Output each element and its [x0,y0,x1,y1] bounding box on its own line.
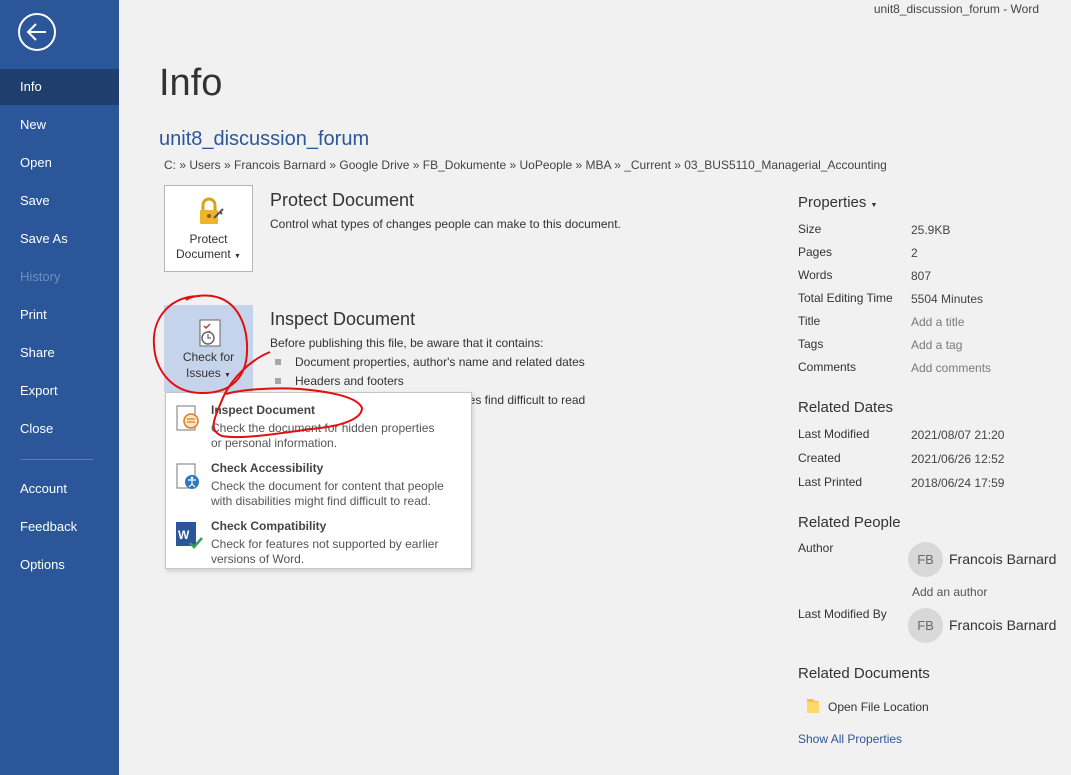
date-value: 2018/06/24 17:59 [911,476,1005,490]
nav-print[interactable]: Print [0,297,119,333]
prop-value: 2 [911,246,918,260]
inspect-description: Before publishing this file, be aware th… [270,336,544,350]
menu-item-title: Check Compatibility [211,519,327,533]
inspect-bullet: Headers and footers [270,374,404,388]
modified-by-name[interactable]: Francois Barnard [949,617,1056,633]
red-annotation-marks [152,294,364,439]
last-modified-by-label: Last Modified By [798,607,887,621]
menu-item-check-compatibility[interactable]: W Check Compatibility Check for features… [166,513,471,569]
related-people-heading: Related People [798,514,901,531]
menu-item-check-accessibility[interactable]: Check Accessibility Check the document f… [166,455,471,511]
date-label: Last Modified [798,427,870,441]
date-label: Created [798,451,841,465]
word-compatibility-icon: W [176,522,203,549]
document-path[interactable]: C: » Users » Francois Barnard » Google D… [164,158,887,172]
window-title: unit8_discussion_forum - Word [873,2,1039,16]
backstage-sidebar: Info New Open Save Save As History Print… [0,0,119,775]
inspect-bullet: Document properties, author's name and r… [270,355,585,369]
prop-label: Title [798,314,821,328]
menu-item-title: Check Accessibility [211,461,324,475]
add-author-link[interactable]: Add an author [912,585,987,599]
prop-label: Tags [798,337,824,351]
menu-item-inspect-document[interactable]: Inspect Document Check the document for … [166,397,471,453]
check-issues-label-1: Check for [182,350,235,364]
date-value: 2021/08/07 21:20 [911,428,1005,442]
author-label: Author [798,541,834,555]
open-file-location-link[interactable]: Open File Location [828,700,929,714]
nav-divider [20,459,93,460]
lock-key-icon [200,197,224,224]
nav-new[interactable]: New [0,107,119,143]
chevron-down-icon: ▼ [234,253,241,260]
check-issues-label-2: Issues ▼ [186,366,231,380]
nav-save-as[interactable]: Save As [0,221,119,257]
arrow-left-icon [26,23,46,41]
prop-label: Pages [798,245,833,259]
menu-item-description: Check the document for content that peop… [211,479,444,508]
nav-options[interactable]: Options [0,547,119,583]
accessibility-icon [176,463,199,489]
prop-label: Comments [798,360,857,374]
nav-history: History [20,269,61,284]
author-name[interactable]: Francois Barnard [949,551,1056,567]
menu-item-description: Check the document for hidden properties… [211,421,435,450]
protect-button-label-1: Protect [189,232,228,246]
nav-open[interactable]: Open [0,145,119,181]
document-name: unit8_discussion_forum [159,128,370,150]
menu-item-description: Check for features not supported by earl… [211,537,439,566]
protect-title: Protect Document [270,190,415,210]
avatar[interactable]: FB [908,608,943,643]
related-dates-heading: Related Dates [798,399,894,416]
svg-text:W: W [178,528,190,542]
nav-close[interactable]: Close [0,411,119,447]
prop-value: 807 [911,269,932,283]
chevron-down-icon: ▼ [224,372,231,379]
related-documents-heading: Related Documents [798,665,930,682]
inspect-document-icon [176,405,199,431]
title-field[interactable]: Add a title [911,315,964,329]
prop-label: Size [798,222,822,236]
prop-value: 25.9KB [911,223,951,237]
page-title: Info [159,62,223,104]
avatar[interactable]: FB [908,542,943,577]
check-for-issues-button[interactable]: Check for Issues ▼ [164,305,253,392]
nav-feedback[interactable]: Feedback [0,509,119,545]
nav-account[interactable]: Account [0,471,119,507]
menu-item-title: Inspect Document [211,403,316,417]
comments-field[interactable]: Add comments [911,361,991,375]
nav-info[interactable]: Info [0,69,119,105]
nav-save[interactable]: Save [0,183,119,219]
prop-label: Words [798,268,833,282]
protect-description: Control what types of changes people can… [270,217,621,231]
folder-icon [807,699,819,713]
protect-button-label-2: Document ▼ [176,247,241,261]
check-issues-menu: Inspect Document Check the document for … [165,392,472,569]
nav-share[interactable]: Share [0,335,119,371]
prop-value: 5504 Minutes [911,292,984,306]
checklist-icon [199,319,221,347]
back-button[interactable] [18,13,56,51]
nav-export[interactable]: Export [0,373,119,409]
properties-heading[interactable]: Properties ▼ [798,194,877,211]
protect-document-button[interactable]: Protect Document ▼ [164,185,253,272]
inspect-title: Inspect Document [270,309,416,329]
date-value: 2021/06/26 12:52 [911,452,1005,466]
date-label: Last Printed [798,475,863,489]
chevron-down-icon: ▼ [870,202,878,209]
inspect-bullet-partial: ies find difficult to read [466,393,586,407]
show-all-properties-link[interactable]: Show All Properties [798,732,902,746]
tags-field[interactable]: Add a tag [911,338,962,352]
prop-label: Total Editing Time [798,291,893,305]
